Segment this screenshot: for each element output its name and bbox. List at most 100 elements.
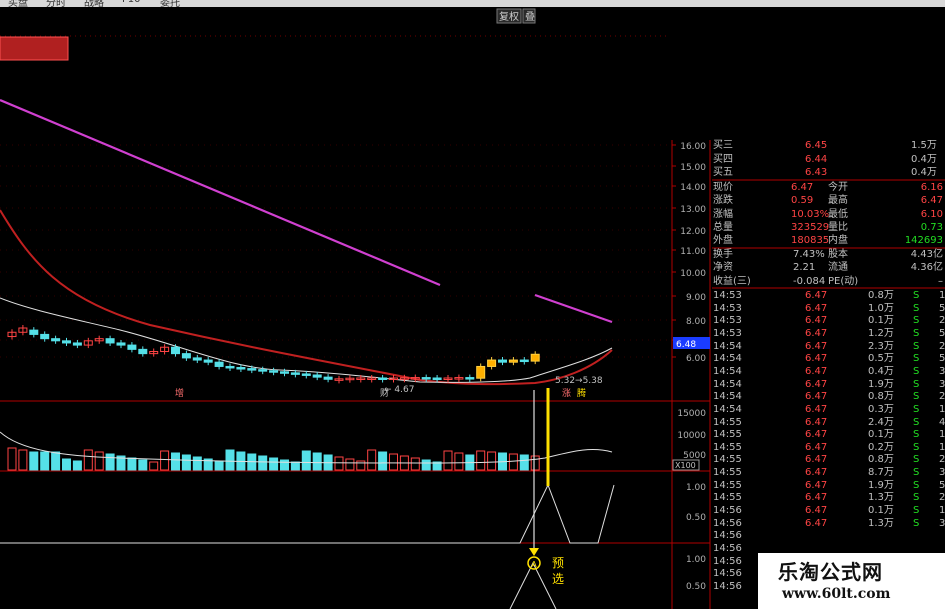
trade-count: 5 (939, 353, 945, 365)
candle (378, 377, 388, 380)
trade-volume: 0.4万 (868, 365, 894, 377)
volume-bar (508, 453, 518, 471)
trade-time: 14:53 (713, 327, 742, 339)
volume-bar (160, 450, 170, 471)
candle (181, 353, 191, 359)
trade-time: 14:56 (713, 530, 742, 542)
candle (432, 377, 442, 380)
trade-price: 6.47 (805, 479, 828, 491)
fundamental-row: 净资 2.21 流通 4.36亿 (713, 262, 945, 275)
price-tick: 12.00 (680, 227, 706, 237)
volume-bar (280, 459, 289, 471)
trade-row: 14:55 6.47 1.9万 S 5 (713, 480, 945, 493)
trade-time: 14:56 (713, 543, 742, 554)
fund-label: 净资 (713, 262, 733, 274)
fund-value: 2.21 (793, 262, 816, 274)
trade-price: 6.47 (805, 340, 828, 352)
volume-bar (312, 452, 322, 471)
trade-volume: 0.1万 (868, 505, 894, 517)
candle (519, 359, 529, 363)
order-volume: 0.4万 (911, 167, 937, 178)
trade-count: 2 (939, 391, 945, 403)
trade-row: 14:55 6.47 8.7万 S 3 (713, 467, 945, 480)
ma-long-line-2 (534, 293, 613, 324)
trade-price: 6.47 (805, 353, 828, 365)
candle (72, 342, 82, 346)
volume-bar (51, 451, 61, 471)
quote-label: 涨跌 (713, 195, 733, 207)
trade-side: S (913, 517, 920, 529)
price-tick: 15.00 (680, 163, 706, 173)
trade-time: 14:55 (713, 454, 742, 466)
trade-row: 14:55 6.47 0.1万 S 1 (713, 429, 945, 442)
fund-value-2: 4.43亿 (910, 249, 943, 260)
volume-bar (83, 449, 93, 471)
trade-count: 2 (939, 340, 945, 352)
price-tick: 13.00 (680, 205, 706, 215)
trade-time: 14:56 (713, 555, 742, 567)
quote-value-2: 142693 (904, 235, 943, 247)
trade-price: 6.47 (805, 416, 828, 428)
trade-side: S (913, 290, 920, 301)
event-label-c: 涨 (562, 388, 571, 399)
trade-price: 6.47 (805, 378, 828, 390)
current-price-label: 6.48 (676, 340, 696, 350)
trade-volume: 0.2万 (868, 441, 894, 453)
trade-time: 14:55 (713, 467, 742, 479)
volume-bar (530, 455, 540, 471)
candle (29, 329, 39, 335)
trade-price: 6.47 (805, 517, 828, 529)
trade-row: 14:55 6.47 1.3万 S 2 (713, 492, 945, 505)
quote-value: 10.03% (791, 208, 830, 220)
volume-bar (94, 451, 104, 471)
quote-label: 现价 (713, 182, 733, 193)
candle (105, 338, 115, 344)
fund-value-2: 4.36亿 (910, 262, 943, 274)
event-label-d: 腾 (577, 387, 586, 399)
trade-count: 1 (939, 441, 945, 453)
trade-side: S (913, 429, 920, 441)
indicator-line (0, 483, 615, 544)
trade-side: S (913, 391, 920, 403)
trade-row: 14:56 (713, 568, 945, 581)
order-label: 买四 (713, 153, 733, 165)
order-book-row: 买三 6.45 1.5万 (713, 140, 945, 153)
fund-label-2: 股本 (828, 249, 848, 260)
quote-value-2: 6.16 (920, 182, 943, 193)
volume-bar (389, 453, 398, 471)
trade-volume: 0.5万 (868, 353, 894, 365)
volume-bar (40, 451, 50, 471)
trade-time: 14:53 (713, 290, 742, 301)
candle (258, 369, 268, 372)
trade-count: 1 (939, 429, 945, 441)
trade-side: S (913, 492, 920, 504)
trade-count: 2 (939, 454, 945, 466)
volume-bar (378, 451, 388, 471)
quote-row: 总量 323529 量比 0.73 (713, 222, 945, 235)
fundamental-row: 收益(三) -0.084 PE(动) – (713, 276, 945, 289)
quote-value: 0.59 (791, 195, 814, 207)
signal-label-2: 选 (552, 572, 564, 586)
order-price: 6.45 (805, 140, 828, 151)
trade-row: 14:55 6.47 2.4万 S 4 (713, 417, 945, 430)
indicator2-tick: 0.50 (686, 582, 706, 592)
trade-volume: 8.7万 (868, 467, 894, 479)
volume-bar (258, 455, 268, 471)
order-volume: 0.4万 (911, 153, 937, 165)
quote-label-2: 今开 (828, 182, 848, 193)
candle (487, 359, 497, 367)
trade-row: 14:54 6.47 0.5万 S 5 (713, 353, 945, 366)
trade-side: S (913, 505, 920, 517)
volume-bar (138, 459, 148, 471)
trade-volume: 0.8万 (868, 290, 894, 301)
volume-tick: 15000 (677, 409, 706, 419)
volume-bar (334, 456, 344, 471)
trade-volume: 2.4万 (868, 416, 894, 428)
fund-label: 收益(三) (713, 275, 751, 287)
trade-count: 5 (939, 327, 945, 339)
fund-label-2: 流通 (828, 262, 848, 274)
trade-volume: 1.9万 (868, 378, 894, 390)
trade-count: 2 (939, 315, 945, 327)
candle (301, 373, 311, 376)
signal-label-1: 预 (552, 556, 564, 570)
